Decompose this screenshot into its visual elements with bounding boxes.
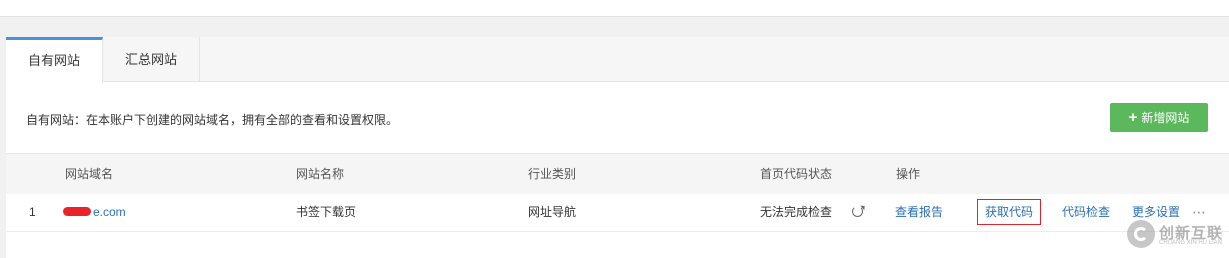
add-site-button[interactable]: + 新增网站: [1110, 103, 1208, 132]
watermark-logo: 创新互联 CHUANG XIN HU LIAN: [1127, 216, 1229, 256]
header-domain: 网站域名: [65, 167, 114, 181]
tab-summary-sites[interactable]: 汇总网站: [103, 37, 200, 81]
table-header: 网站域名 网站名称 行业类别 首页代码状态 操作: [6, 153, 1229, 195]
check-code-link[interactable]: 代码检查: [1062, 194, 1110, 231]
plus-icon: +: [1128, 109, 1138, 126]
description-text: 自有网站：在本账户下创建的网站域名，拥有全部的查看和设置权限。: [26, 113, 399, 127]
header-actions: 操作: [896, 167, 921, 181]
add-site-label: 新增网站: [1141, 111, 1190, 125]
site-domain-text: e.com: [93, 205, 126, 219]
header-category: 行业类别: [528, 167, 577, 181]
tab-own-sites[interactable]: 自有网站: [6, 37, 103, 83]
get-code-link[interactable]: 获取代码: [977, 199, 1041, 225]
tab-bar: 自有网站 汇总网站: [6, 37, 1229, 83]
refresh-icon[interactable]: [852, 206, 863, 217]
site-list-panel: 自有网站 汇总网站 自有网站：在本账户下创建的网站域名，拥有全部的查看和设置权限…: [6, 37, 1229, 258]
top-bar: [0, 0, 1229, 17]
site-domain-link[interactable]: e.com: [63, 194, 126, 231]
site-category: 网址导航: [528, 205, 577, 219]
redaction-mark: [63, 207, 91, 217]
site-name: 书签下载页: [296, 205, 357, 219]
watermark-subtext: CHUANG XIN HU LIAN: [1159, 240, 1223, 246]
table-row: 1 e.com 书签下载页 网址导航 无法完成检查 查看报告 获取代码 代码检查…: [6, 194, 1229, 232]
header-site-name: 网站名称: [296, 167, 345, 181]
row-index: 1: [29, 205, 36, 219]
code-status: 无法完成检查: [760, 205, 833, 219]
header-code-status: 首页代码状态: [760, 167, 833, 181]
table-bottom: [6, 232, 1229, 258]
view-report-link[interactable]: 查看报告: [895, 194, 943, 231]
logo-icon: [1127, 220, 1155, 248]
